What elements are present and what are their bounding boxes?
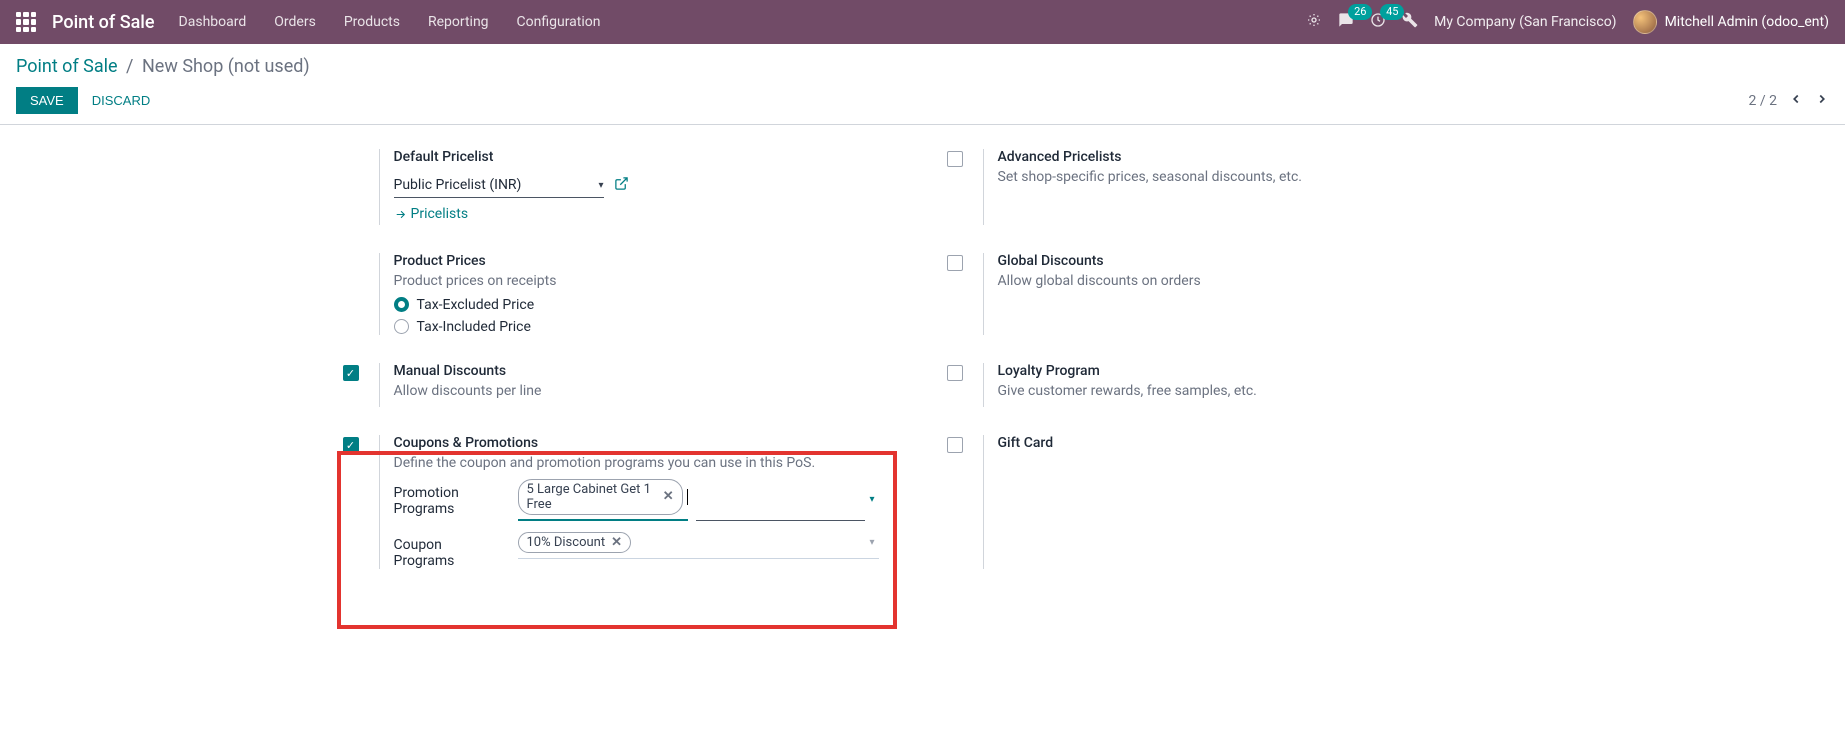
setting-title: Advanced Pricelists bbox=[998, 149, 1483, 165]
setting-default-pricelist: Default Pricelist Public Pricelist (INR)… bbox=[343, 149, 899, 225]
checkbox-manual-discounts[interactable] bbox=[343, 365, 359, 381]
breadcrumb: Point of Sale / New Shop (not used) bbox=[16, 56, 310, 77]
checkbox-advanced-pricelists[interactable] bbox=[947, 151, 963, 167]
top-nav: Point of Sale Dashboard Orders Products … bbox=[0, 0, 1845, 44]
nav-item-products[interactable]: Products bbox=[344, 14, 400, 30]
caret-down-icon[interactable]: ▾ bbox=[869, 537, 878, 548]
nav-menu: Dashboard Orders Products Reporting Conf… bbox=[179, 14, 601, 30]
checkbox-loyalty[interactable] bbox=[947, 365, 963, 381]
caret-down-icon[interactable]: ▾ bbox=[869, 494, 878, 505]
setting-loyalty-program: Loyalty Program Give customer rewards, f… bbox=[947, 363, 1503, 407]
setting-desc: Allow global discounts on orders bbox=[998, 273, 1483, 289]
setting-title: Global Discounts bbox=[998, 253, 1483, 269]
remove-tag-icon[interactable]: ✕ bbox=[611, 535, 622, 550]
pager-text: 2 / 2 bbox=[1749, 93, 1777, 109]
checkbox-global-discounts[interactable] bbox=[947, 255, 963, 271]
checkbox-coupons[interactable] bbox=[343, 437, 359, 453]
setting-title: Loyalty Program bbox=[998, 363, 1483, 379]
messages-badge: 26 bbox=[1348, 4, 1372, 20]
setting-desc: Give customer rewards, free samples, etc… bbox=[998, 383, 1483, 399]
breadcrumb-root[interactable]: Point of Sale bbox=[16, 56, 118, 77]
activities-badge: 45 bbox=[1380, 4, 1404, 20]
remove-tag-icon[interactable]: ✕ bbox=[663, 489, 674, 504]
setting-desc: Allow discounts per line bbox=[394, 383, 879, 399]
user-menu[interactable]: Mitchell Admin (odoo_ent) bbox=[1633, 10, 1829, 34]
setting-desc: Define the coupon and promotion programs… bbox=[394, 455, 879, 471]
setting-title: Default Pricelist bbox=[394, 149, 879, 165]
settings-body: Default Pricelist Public Pricelist (INR)… bbox=[0, 125, 1845, 609]
setting-manual-discounts: Manual Discounts Allow discounts per lin… bbox=[343, 363, 899, 407]
nav-item-configuration[interactable]: Configuration bbox=[517, 14, 601, 30]
setting-advanced-pricelists: Advanced Pricelists Set shop-specific pr… bbox=[947, 149, 1503, 225]
setting-title: Product Prices bbox=[394, 253, 879, 269]
tools-icon[interactable] bbox=[1402, 12, 1418, 32]
nav-item-reporting[interactable]: Reporting bbox=[428, 14, 489, 30]
activities-icon[interactable]: 45 bbox=[1370, 12, 1386, 32]
promo-programs-field[interactable]: 5 Large Cabinet Get 1 Free ✕ ▾ bbox=[518, 479, 879, 523]
nav-item-dashboard[interactable]: Dashboard bbox=[179, 14, 247, 30]
nav-item-orders[interactable]: Orders bbox=[274, 14, 316, 30]
coupon-tag: 10% Discount ✕ bbox=[518, 532, 631, 553]
coupon-programs-field[interactable]: 10% Discount ✕ ▾ bbox=[518, 531, 879, 559]
pricelist-select[interactable]: Public Pricelist (INR) ▾ bbox=[394, 173, 604, 198]
setting-coupons-promotions: Coupons & Promotions Define the coupon a… bbox=[343, 435, 899, 569]
setting-title: Manual Discounts bbox=[394, 363, 879, 379]
caret-down-icon: ▾ bbox=[598, 180, 603, 191]
pager-prev-icon[interactable] bbox=[1789, 92, 1803, 110]
checkbox-gift-card[interactable] bbox=[947, 437, 963, 453]
messages-icon[interactable]: 26 bbox=[1338, 12, 1354, 32]
setting-desc: Product prices on receipts bbox=[394, 273, 879, 289]
company-switcher[interactable]: My Company (San Francisco) bbox=[1434, 14, 1616, 30]
setting-global-discounts: Global Discounts Allow global discounts … bbox=[947, 253, 1503, 335]
discard-button[interactable]: DISCARD bbox=[92, 93, 151, 108]
setting-product-prices: Product Prices Product prices on receipt… bbox=[343, 253, 899, 335]
pager-next-icon[interactable] bbox=[1815, 92, 1829, 110]
radio-tax-excluded[interactable] bbox=[394, 297, 409, 312]
app-title[interactable]: Point of Sale bbox=[52, 12, 155, 33]
external-link-icon[interactable] bbox=[614, 176, 629, 195]
setting-title: Coupons & Promotions bbox=[394, 435, 879, 451]
save-button[interactable]: SAVE bbox=[16, 87, 78, 114]
radio-tax-included[interactable] bbox=[394, 319, 409, 334]
pricelists-link[interactable]: Pricelists bbox=[394, 206, 469, 222]
promo-programs-label: Promotion Programs bbox=[394, 479, 506, 517]
apps-icon[interactable] bbox=[16, 12, 36, 32]
nav-right: 26 45 My Company (San Francisco) Mitchel… bbox=[1306, 10, 1829, 34]
setting-gift-card: Gift Card bbox=[947, 435, 1503, 569]
control-bar: Point of Sale / New Shop (not used) SAVE… bbox=[0, 44, 1845, 124]
setting-title: Gift Card bbox=[998, 435, 1483, 451]
avatar bbox=[1633, 10, 1657, 34]
username: Mitchell Admin (odoo_ent) bbox=[1665, 14, 1829, 30]
pager: 2 / 2 bbox=[1749, 92, 1829, 110]
promo-tag: 5 Large Cabinet Get 1 Free ✕ bbox=[518, 479, 683, 515]
text-cursor bbox=[687, 489, 688, 505]
debug-icon[interactable] bbox=[1306, 12, 1322, 32]
coupon-programs-label: Coupon Programs bbox=[394, 531, 506, 569]
setting-desc: Set shop-specific prices, seasonal disco… bbox=[998, 169, 1483, 185]
breadcrumb-current: New Shop (not used) bbox=[142, 56, 310, 77]
